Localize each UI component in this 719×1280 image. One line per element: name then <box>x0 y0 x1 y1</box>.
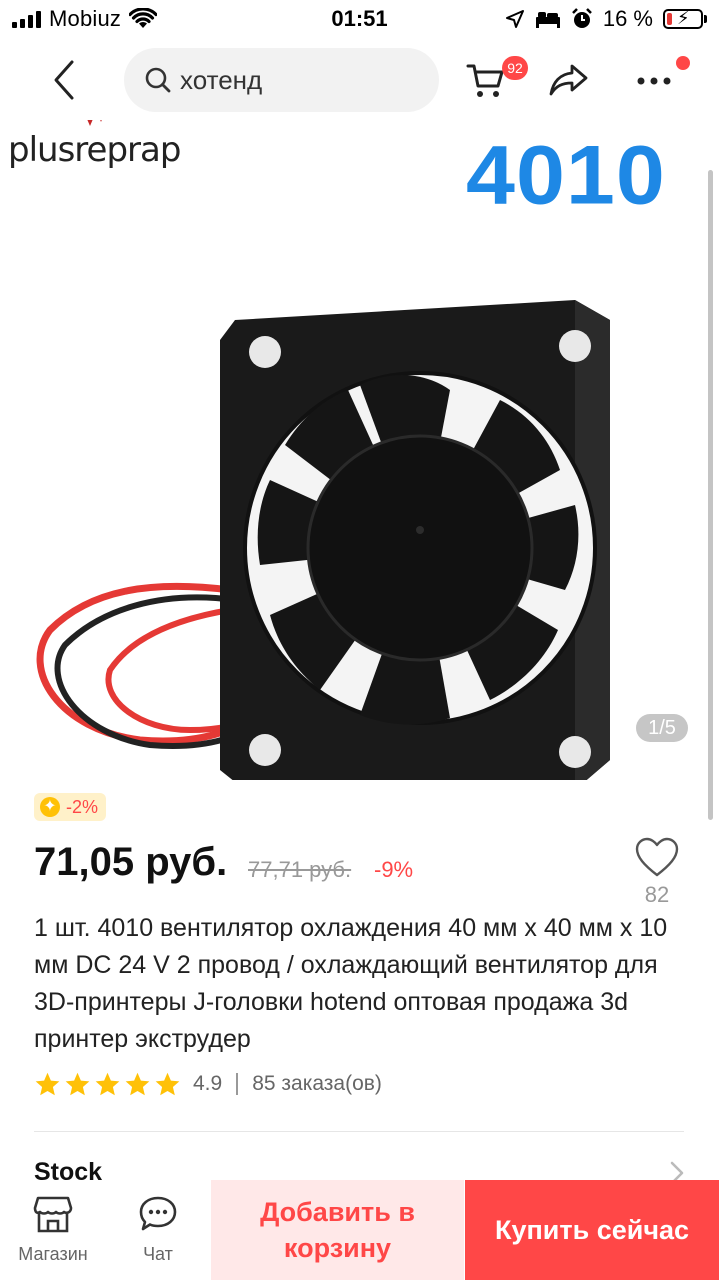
rating-separator <box>236 1073 239 1095</box>
coin-discount-badge[interactable]: ✦ -2% <box>34 793 107 821</box>
status-right: 16 % ⚡ <box>505 6 707 32</box>
wishlist-count: 82 <box>644 882 670 907</box>
battery-percent: 16 % <box>602 6 653 31</box>
star-icon <box>65 1072 90 1095</box>
search-query: хотенд <box>180 64 263 95</box>
product-image <box>36 300 610 780</box>
store-icon <box>33 1196 73 1233</box>
rating-stars <box>34 1071 181 1098</box>
star-icon <box>125 1072 150 1095</box>
coin-icon: ✦ <box>40 797 60 817</box>
search-icon <box>145 67 171 93</box>
product-title: 1 шт. 4010 вентилятор охлаждения 40 мм х… <box>34 914 668 1053</box>
search-input[interactable]: хотенд <box>124 48 439 112</box>
chat-tab[interactable]: Чат <box>118 1180 198 1280</box>
image-counter: 1/5 <box>636 714 688 742</box>
status-bar: Mobiuz 01:51 16 % ⚡ <box>0 0 719 40</box>
star-icon <box>95 1072 120 1095</box>
share-icon[interactable] <box>548 60 590 100</box>
back-chevron-icon[interactable] <box>46 58 86 102</box>
top-nav: хотенд 92 <box>0 44 719 120</box>
store-tab[interactable]: Магазин <box>10 1180 96 1280</box>
battery-icon: ⚡ <box>663 8 707 29</box>
orders-count: 85 заказа(ов) <box>252 1072 382 1095</box>
add-to-cart-button[interactable]: Добавить в корзину <box>211 1180 464 1280</box>
divider <box>34 1131 684 1132</box>
alarm-icon <box>571 8 592 28</box>
battery-fill <box>667 13 673 25</box>
rating-row[interactable]: 4.9 85 заказа(ов) <box>34 1068 382 1100</box>
discount-percent: -9% <box>374 857 414 882</box>
brand-logo: plusreprap <box>8 130 181 170</box>
cart-icon[interactable] <box>466 60 506 100</box>
old-price: 77,71 руб. <box>248 857 352 882</box>
chat-icon <box>139 1196 177 1231</box>
heart-icon[interactable] <box>634 836 680 878</box>
star-icon <box>35 1072 60 1095</box>
location-arrow-icon <box>505 10 524 28</box>
more-icon[interactable] <box>634 66 674 96</box>
cart-badge: 92 <box>502 56 528 80</box>
model-label: 4010 <box>466 127 666 222</box>
notification-dot <box>676 56 690 70</box>
rating-value: 4.9 <box>193 1072 223 1095</box>
charging-bolt-icon: ⚡ <box>677 8 690 28</box>
bottom-action-bar: Магазин Чат Добавить в корзину Купить се… <box>0 1180 719 1280</box>
star-icon <box>155 1072 180 1095</box>
coin-discount-text: -2% <box>66 796 99 817</box>
current-price: 71,05 руб. <box>34 840 228 884</box>
buy-now-button[interactable]: Купить сейчас <box>465 1180 719 1280</box>
product-gallery[interactable]: plusreprap 4010 1/5 <box>0 120 719 780</box>
chat-label: Чат <box>143 1244 173 1264</box>
bed-icon <box>535 12 560 28</box>
store-label: Магазин <box>18 1244 88 1264</box>
scroll-indicator <box>708 170 713 820</box>
